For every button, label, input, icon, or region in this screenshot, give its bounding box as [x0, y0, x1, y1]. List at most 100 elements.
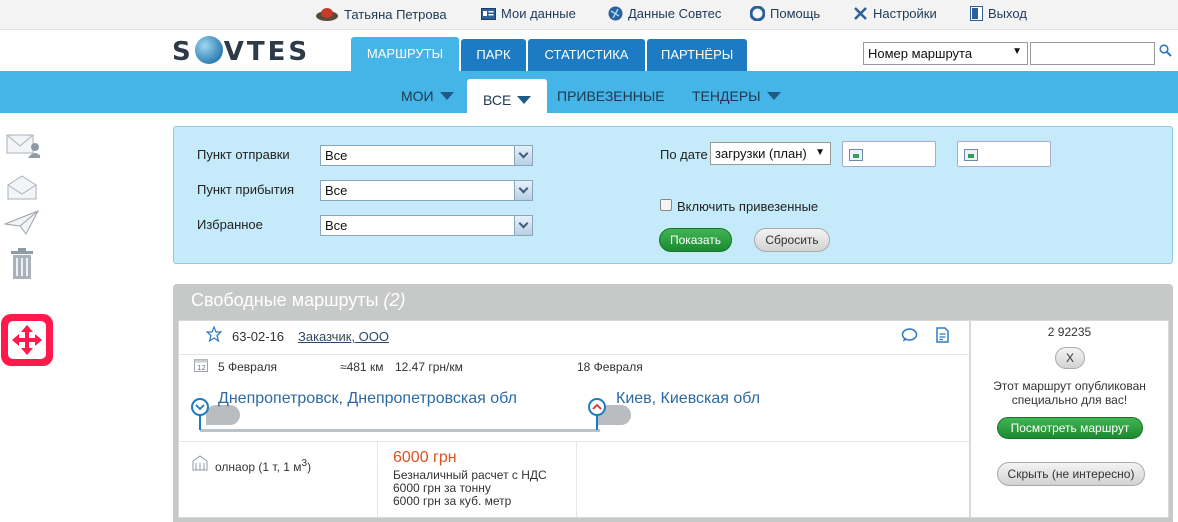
payment-type: Безналичный расчет с НДС: [393, 468, 547, 482]
special-note: Этот маршрут опубликован специально для …: [993, 379, 1146, 407]
destination-pin-stem: [596, 416, 598, 430]
card-divider-vertical: [377, 441, 378, 517]
subnav-tenders[interactable]: ТЕНДЕРЫ: [692, 71, 781, 113]
search-type-value: Номер маршрута: [868, 46, 973, 61]
date-type-select[interactable]: загрузки (план) ▼: [710, 142, 831, 165]
tab-statistics[interactable]: СТАТИСТИКА: [528, 39, 645, 71]
help-label: Помощь: [770, 6, 821, 21]
my-data-link[interactable]: Мои данные: [481, 6, 576, 21]
chevron-down-icon: [514, 181, 532, 200]
to-city: Киев, Киевская обл: [616, 390, 761, 407]
sovtes-data-link[interactable]: Данные Совтес: [608, 6, 721, 21]
unload-date: 18 Февраля: [577, 360, 643, 374]
card-divider-vertical: [576, 441, 577, 517]
favorite-value: Все: [325, 218, 348, 233]
cargo-icon: [192, 454, 208, 474]
show-button[interactable]: Показать: [659, 228, 732, 252]
paper-plane-icon[interactable]: [3, 210, 40, 241]
route-card: 63-02-16 Заказчик, ООО 12 5 Февраля ≈481…: [178, 320, 970, 518]
subnav-delivered-label: ПРИВЕЗЕННЫЕ: [557, 88, 665, 104]
subnav-my-label: МОИ: [401, 88, 434, 104]
price: 6000 грн: [393, 449, 457, 466]
trash-icon[interactable]: [8, 248, 36, 285]
subnav-delivered[interactable]: ПРИВЕЗЕННЫЕ: [557, 71, 665, 113]
my-data-label: Мои данные: [501, 6, 576, 21]
settings-link[interactable]: Настройки: [853, 6, 937, 21]
logo-globe-icon: [194, 35, 223, 64]
from-city: Днепропетровск, Днепропетровская обл: [218, 390, 517, 407]
chevron-down-icon: [514, 146, 532, 165]
destination-pin-icon: [588, 398, 606, 416]
search-input[interactable]: [1030, 42, 1155, 65]
sovtes-data-label: Данные Совтес: [628, 6, 722, 21]
departure-label: Пункт отправки: [197, 147, 290, 162]
top-bar: Татьяна Петрова Мои данные Данные Совтес…: [0, 0, 1178, 30]
close-button[interactable]: X: [1055, 347, 1085, 369]
route-number: 63-02-16: [232, 329, 285, 344]
chevron-down-icon: ▼: [1012, 46, 1022, 57]
favorite-select[interactable]: Все: [320, 215, 533, 236]
customer-link[interactable]: Заказчик, ООО: [298, 329, 389, 344]
arrival-value: Все: [325, 183, 348, 198]
departure-select[interactable]: Все: [320, 145, 533, 166]
date-from-input[interactable]: [842, 141, 936, 167]
load-date: 5 Февраля: [218, 360, 278, 374]
logout-label: Выход: [988, 6, 1027, 21]
envelope-open-icon[interactable]: [6, 175, 40, 206]
header: S VTES МАРШРУТЫ ПАРК СТАТИСТИКА ПАРТНЁРЫ …: [0, 30, 1178, 71]
contact-mail-icon[interactable]: [6, 132, 42, 163]
logout-link[interactable]: Выход: [970, 6, 1027, 21]
id-card-icon: [481, 7, 496, 20]
tab-partners[interactable]: ПАРТНЁРЫ: [647, 39, 747, 71]
search-type-select[interactable]: Номер маршрута ▼: [863, 42, 1028, 65]
subnav-all[interactable]: ВСЕ: [467, 79, 548, 113]
arrival-select[interactable]: Все: [320, 180, 533, 201]
results-panel: Свободные маршруты (2) 63-02-16 Заказчик…: [173, 284, 1173, 522]
card-divider: [179, 354, 969, 355]
chevron-down-icon: [766, 92, 781, 100]
favorite-label: Избранное: [197, 217, 263, 232]
settings-label: Настройки: [873, 6, 937, 21]
tools-icon: [853, 6, 868, 21]
view-route-button[interactable]: Посмотреть маршрут: [997, 417, 1143, 439]
document-icon[interactable]: [936, 327, 949, 346]
date-to-input[interactable]: [957, 141, 1051, 167]
subnav-my[interactable]: МОИ: [401, 71, 454, 113]
by-date-label: По дате: [660, 147, 708, 162]
route-track: [200, 429, 600, 432]
search-icon[interactable]: [1159, 44, 1172, 62]
price-per-m3: 6000 грн за куб. метр: [393, 494, 512, 508]
comment-icon[interactable]: [901, 328, 918, 346]
tab-routes[interactable]: МАРШРУТЫ: [351, 37, 459, 71]
price-per-ton: 6000 грн за тонну: [393, 481, 491, 495]
nova-poshta-icon[interactable]: [0, 313, 54, 372]
chevron-down-icon: ▼: [815, 147, 825, 158]
filter-panel: Пункт отправки Все Пункт прибытия Все Из…: [173, 126, 1173, 264]
results-title-text: Свободные маршруты: [191, 290, 379, 310]
globe-icon: [608, 6, 623, 21]
tab-fleet[interactable]: ПАРК: [461, 39, 526, 71]
chevron-down-icon: [514, 216, 532, 235]
user-name: Татьяна Петрова: [344, 6, 447, 22]
favorite-star-icon[interactable]: [205, 325, 223, 345]
map-pin-shadow: [206, 405, 240, 425]
logo-right-text: VTES: [223, 37, 311, 67]
cargo-text: олнаор (1 т, 1 м: [215, 460, 302, 474]
departure-value: Все: [325, 148, 348, 163]
include-delivered-checkbox[interactable]: [660, 199, 672, 211]
include-delivered-label: Включить привезенные: [677, 199, 819, 214]
origin-pin-stem: [199, 416, 201, 430]
subnav-all-label: ВСЕ: [483, 92, 512, 108]
logo[interactable]: S VTES: [172, 35, 311, 67]
cargo-description: олнаор (1 т, 1 м3): [215, 458, 311, 474]
route-id: 2 92235: [1047, 325, 1092, 339]
reset-button[interactable]: Сбросить: [754, 228, 830, 252]
help-link[interactable]: Помощь: [750, 6, 820, 21]
user-link[interactable]: Татьяна Петрова: [315, 6, 447, 22]
lifebuoy-icon: [750, 6, 765, 21]
calendar-icon[interactable]: [849, 149, 863, 161]
chevron-down-icon: [439, 92, 454, 100]
hide-route-button[interactable]: Скрыть (не интересно): [997, 462, 1145, 486]
calendar-icon[interactable]: [964, 149, 978, 161]
sub-navigation: МОИ ВСЕ ПРИВЕЗЕННЫЕ ТЕНДЕРЫ: [0, 71, 1178, 113]
